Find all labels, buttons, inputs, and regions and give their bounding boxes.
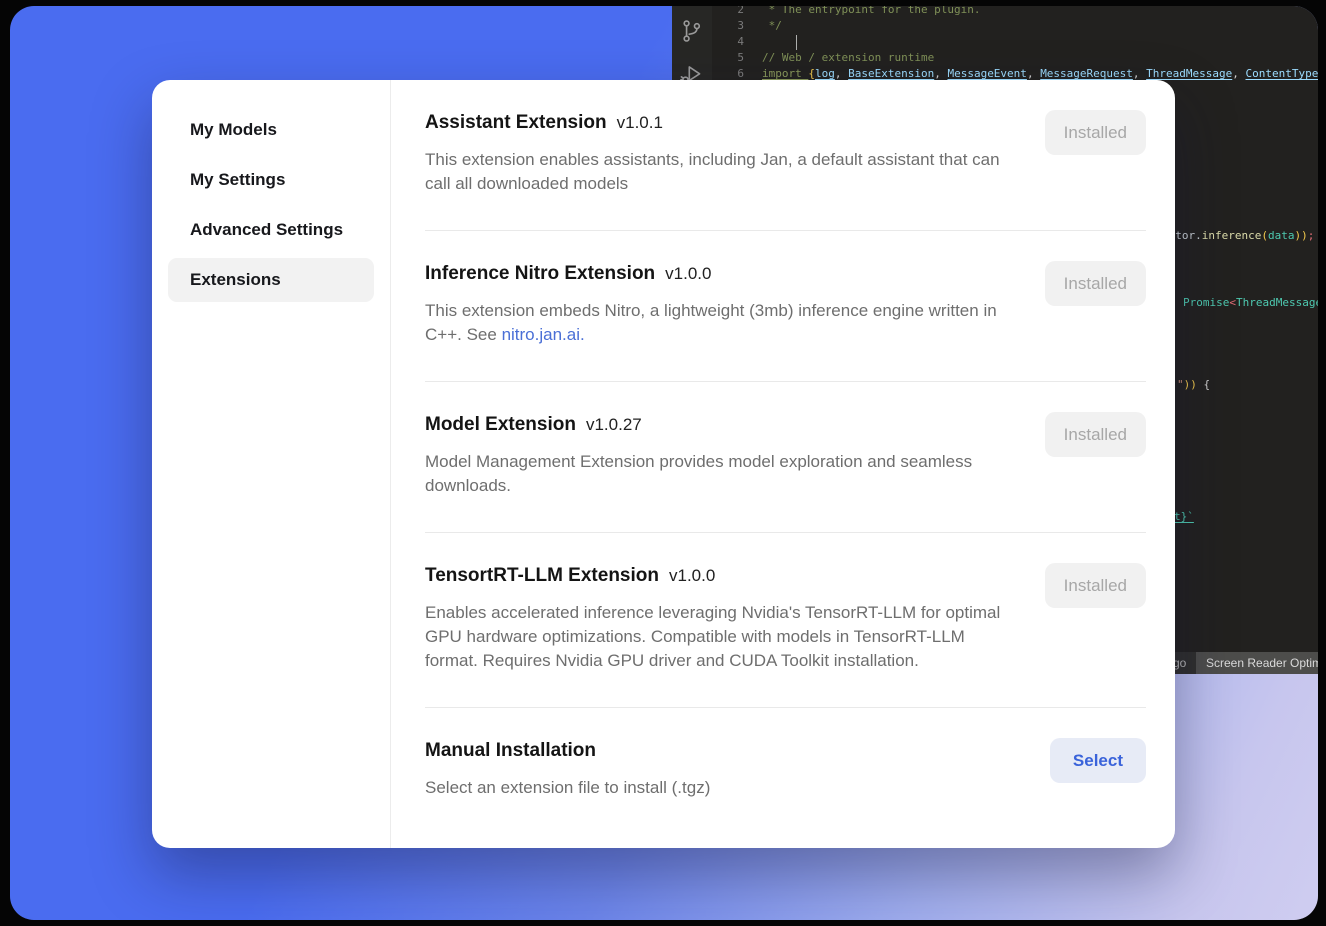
extension-description: This extension enables assistants, inclu… xyxy=(425,148,1005,196)
settings-modal: My Models My Settings Advanced Settings … xyxy=(152,80,1175,848)
manual-installation-row: Manual Installation Select an extension … xyxy=(425,708,1146,834)
extension-row: Assistant Extension v1.0.1 This extensio… xyxy=(425,80,1146,231)
extension-version: v1.0.0 xyxy=(665,261,711,287)
code-paren: ( xyxy=(1261,229,1268,242)
status-text: go xyxy=(1173,656,1186,670)
extension-description: Enables accelerated inference leveraging… xyxy=(425,601,1005,673)
sidebar-item-label: My Settings xyxy=(190,170,285,190)
code-string: " xyxy=(1177,378,1184,391)
extension-title-row: Assistant Extension v1.0.1 xyxy=(425,110,1005,136)
code-punct: ; xyxy=(1308,229,1315,242)
extension-info: Assistant Extension v1.0.1 This extensio… xyxy=(425,110,1005,196)
code-type: ThreadMessage xyxy=(1236,296,1318,309)
code-type: Promise xyxy=(1183,296,1229,309)
code-line: 2 * The entrypoint for the plugin. xyxy=(712,6,1318,18)
nitro-link[interactable]: nitro.jan.ai. xyxy=(502,325,585,344)
extension-title-row: Inference Nitro Extension v1.0.0 xyxy=(425,261,1005,287)
extension-title-row: Manual Installation xyxy=(425,738,710,764)
code-paren: )) xyxy=(1294,229,1307,242)
line-number: 5 xyxy=(712,50,744,66)
manual-installation-title: Manual Installation xyxy=(425,738,596,764)
code-identifier: data xyxy=(1268,229,1295,242)
code-paren: )) xyxy=(1184,378,1197,391)
sidebar-item-label: My Models xyxy=(190,120,277,140)
source-control-icon[interactable] xyxy=(679,18,705,44)
code-identifier: ContentType xyxy=(1246,66,1319,82)
code-line: 3 */ xyxy=(712,18,1318,34)
extension-info: Inference Nitro Extension v1.0.0 This ex… xyxy=(425,261,1005,347)
line-number: 3 xyxy=(712,18,744,34)
sidebar-item-my-models[interactable]: My Models xyxy=(168,108,374,152)
installed-button[interactable]: Installed xyxy=(1045,563,1146,608)
extension-info: Model Extension v1.0.27 Model Management… xyxy=(425,412,1005,498)
extension-name: Model Extension xyxy=(425,412,576,438)
code-line: 4 xyxy=(712,34,1318,50)
code-separator: , xyxy=(1232,66,1245,82)
extension-version: v1.0.1 xyxy=(617,110,663,136)
sidebar-item-label: Extensions xyxy=(190,270,281,290)
extension-description: This extension embeds Nitro, a lightweig… xyxy=(425,299,1005,347)
installed-button[interactable]: Installed xyxy=(1045,412,1146,457)
extension-row: TensortRT-LLM Extension v1.0.0 Enables a… xyxy=(425,533,1146,708)
code-comment: * The entrypoint for the plugin. xyxy=(762,6,981,18)
code-function: inference xyxy=(1202,229,1262,242)
code-punct: < xyxy=(1229,296,1236,309)
code-fragment: t}` xyxy=(1174,510,1194,523)
extension-name: Inference Nitro Extension xyxy=(425,261,655,287)
screen-reader-status-item[interactable]: Screen Reader Optimized xyxy=(1196,652,1318,674)
code-fragment: rator.inference(data)); xyxy=(1162,229,1314,242)
extension-name: Assistant Extension xyxy=(425,110,607,136)
manual-installation-description: Select an extension file to install (.tg… xyxy=(425,776,710,800)
extension-version: v1.0.27 xyxy=(586,412,642,438)
installed-button[interactable]: Installed xyxy=(1045,110,1146,155)
line-number: 4 xyxy=(712,34,744,50)
extension-title-row: TensortRT-LLM Extension v1.0.0 xyxy=(425,563,1005,589)
code-brace: { xyxy=(1197,378,1210,391)
sidebar-item-extensions[interactable]: Extensions xyxy=(168,258,374,302)
extension-title-row: Model Extension v1.0.27 xyxy=(425,412,1005,438)
text-cursor xyxy=(796,35,797,50)
sidebar-item-label: Advanced Settings xyxy=(190,220,343,240)
extension-row: Inference Nitro Extension v1.0.0 This ex… xyxy=(425,231,1146,382)
sidebar-item-my-settings[interactable]: My Settings xyxy=(168,158,374,202)
line-number: 2 xyxy=(712,6,744,18)
extension-name: TensortRT-LLM Extension xyxy=(425,563,659,589)
extension-row: Model Extension v1.0.27 Model Management… xyxy=(425,382,1146,533)
sidebar-item-advanced-settings[interactable]: Advanced Settings xyxy=(168,208,374,252)
code-comment: // Web / extension runtime xyxy=(762,50,934,66)
installed-button[interactable]: Installed xyxy=(1045,261,1146,306)
settings-sidebar: My Models My Settings Advanced Settings … xyxy=(152,80,391,848)
code-comment: */ xyxy=(762,18,782,34)
extension-version: v1.0.0 xyxy=(669,563,715,589)
code-fragment: ")) { xyxy=(1177,378,1210,391)
extensions-list: Assistant Extension v1.0.1 This extensio… xyxy=(391,80,1175,848)
extension-description: Model Management Extension provides mode… xyxy=(425,450,1005,498)
code-fragment: Promise<ThreadMessage> xyxy=(1183,296,1318,309)
extension-info: Manual Installation Select an extension … xyxy=(425,738,710,800)
select-file-button[interactable]: Select xyxy=(1050,738,1146,783)
app-window: 2 * The entrypoint for the plugin. 3 */ … xyxy=(10,6,1318,920)
code-line: 5 // Web / extension runtime xyxy=(712,50,1318,66)
extension-info: TensortRT-LLM Extension v1.0.0 Enables a… xyxy=(425,563,1005,673)
